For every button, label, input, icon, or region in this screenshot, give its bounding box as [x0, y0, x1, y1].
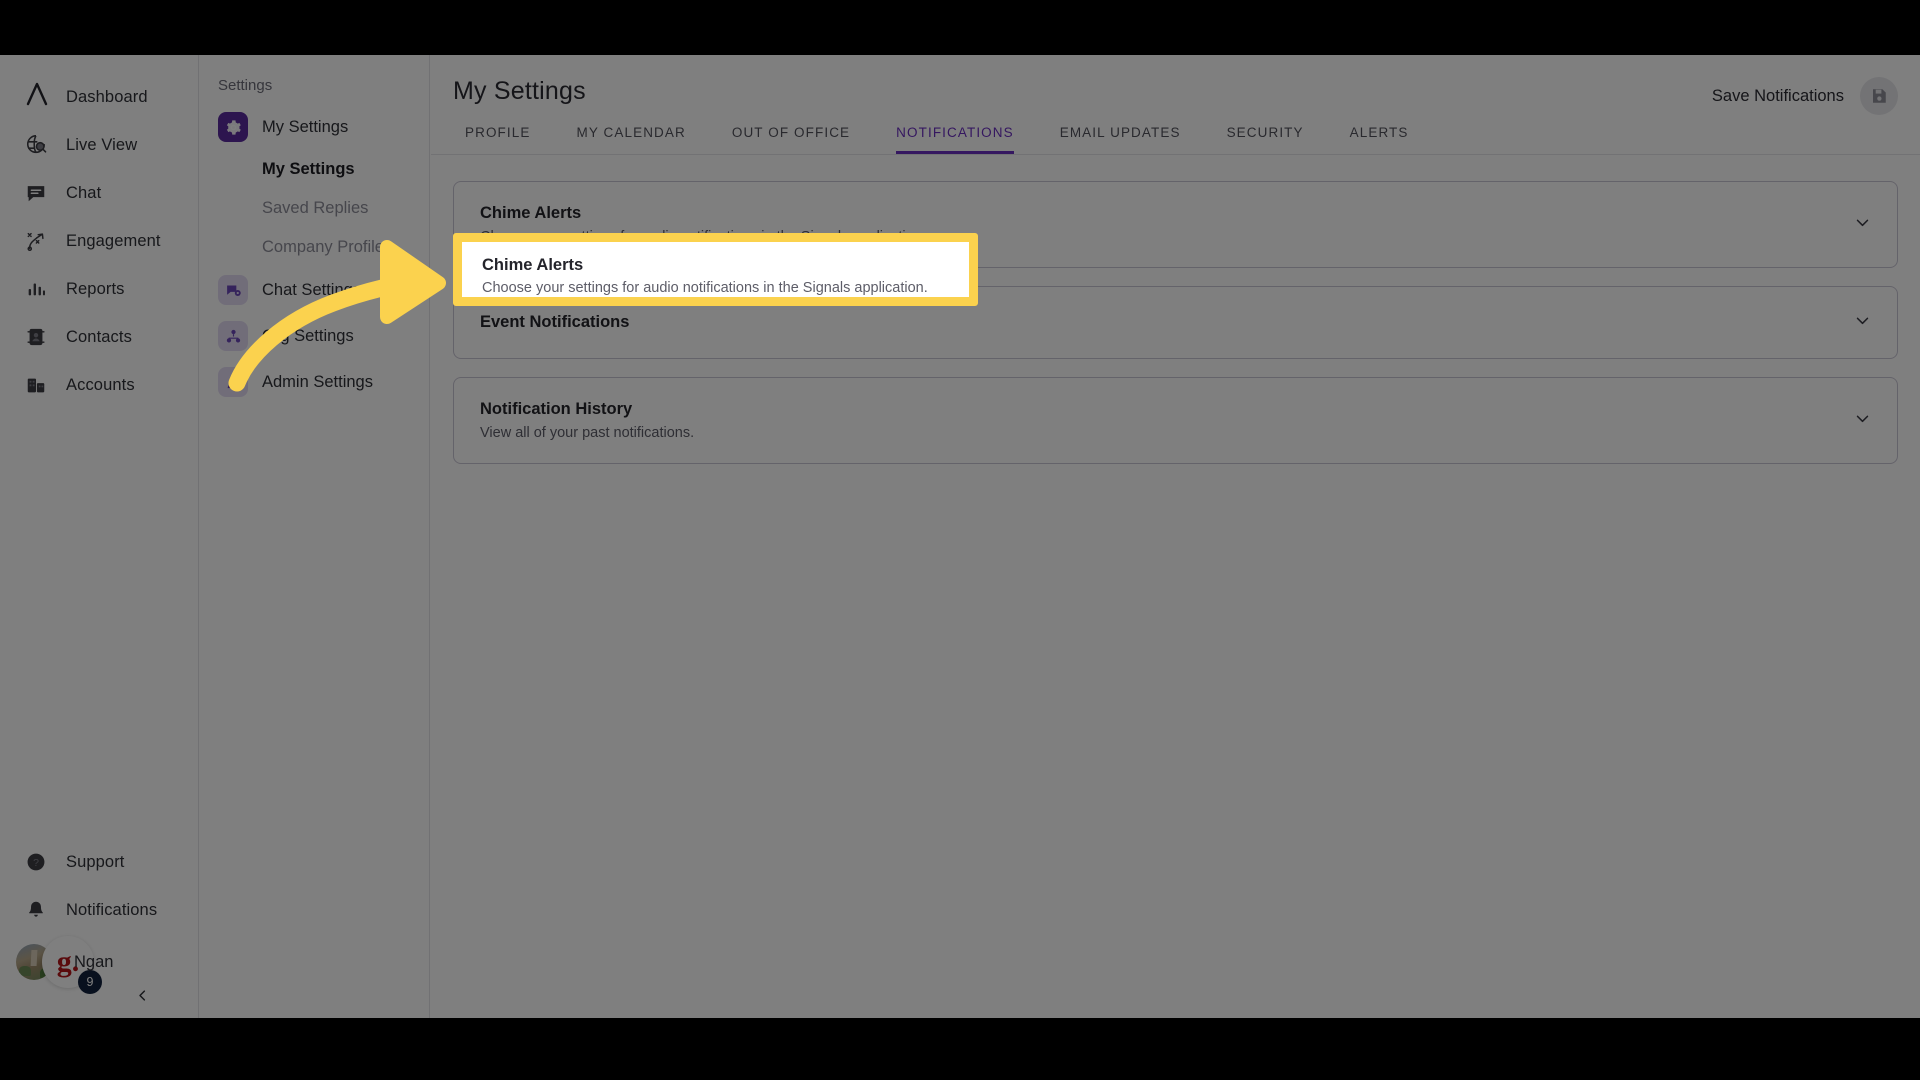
engagement-path-icon	[16, 221, 56, 261]
app-viewport: Dashboard Live View Chat Engagement Repo…	[0, 55, 1920, 1018]
main-header: My Settings Save Notifications PROFILE M…	[431, 55, 1920, 155]
bell-icon	[16, 890, 56, 930]
tab-email-updates[interactable]: EMAIL UPDATES	[1060, 125, 1181, 154]
sidebar-item-label: Accounts	[66, 375, 135, 394]
tab-profile[interactable]: PROFILE	[465, 125, 530, 154]
sidebar-item-label: Chat	[66, 183, 102, 202]
tab-notifications[interactable]: NOTIFICATIONS	[896, 125, 1014, 154]
card-notification-history[interactable]: Notification History View all of your pa…	[453, 377, 1898, 464]
sidebar-item-dashboard[interactable]: Dashboard	[0, 73, 199, 121]
sidebar-item-notifications[interactable]: Notifications	[0, 886, 199, 934]
svg-text:?: ?	[33, 857, 39, 869]
sidebar-nav: Dashboard Live View Chat Engagement Repo…	[0, 73, 199, 409]
chat-gear-icon	[218, 275, 248, 305]
letterbox-top	[0, 0, 1920, 55]
notification-cards: Chime Alerts Choose your settings for au…	[431, 155, 1920, 464]
settings-panel-title: Settings	[218, 77, 273, 94]
sidebar-item-contacts[interactable]: Contacts	[0, 313, 199, 361]
card-description: View all of your past notifications.	[480, 425, 695, 441]
question-circle-icon: ?	[16, 842, 56, 882]
org-chart-icon	[218, 321, 248, 351]
sidebar-item-support[interactable]: ? Support	[0, 838, 199, 886]
card-title: Chime Alerts	[480, 204, 582, 222]
sidebar-item-live-view[interactable]: Live View	[0, 121, 199, 169]
card-title: Notification History	[480, 400, 633, 418]
sidebar-item-label: Support	[66, 852, 125, 871]
settings-subitem-saved-replies[interactable]: Saved Replies	[200, 189, 429, 228]
settings-item-org-settings[interactable]: Org Settings	[200, 313, 429, 359]
floppy-disk-save-icon	[1860, 77, 1898, 115]
sidebar-item-label: Contacts	[66, 327, 132, 346]
page-title: My Settings	[453, 77, 586, 105]
settings-item-label: Admin Settings	[262, 372, 373, 391]
settings-tabs: PROFILE MY CALENDAR OUT OF OFFICE NOTIFI…	[431, 125, 1455, 154]
bar-chart-icon	[16, 269, 56, 309]
settings-item-label: Org Settings	[262, 326, 354, 345]
globe-search-icon	[16, 125, 56, 165]
tab-my-calendar[interactable]: MY CALENDAR	[576, 125, 685, 154]
card-description: Choose your settings for audio notificat…	[482, 280, 928, 296]
sidebar-item-chat[interactable]: Chat	[0, 169, 199, 217]
sidebar-item-label: Reports	[66, 279, 125, 298]
user-profile-row[interactable]: Ngan g. 9	[0, 934, 199, 994]
sidebar-item-accounts[interactable]: Accounts	[0, 361, 199, 409]
settings-sidebar: Settings My Settings My Settings Saved R…	[200, 55, 430, 1018]
tab-out-of-office[interactable]: OUT OF OFFICE	[732, 125, 850, 154]
settings-item-admin-settings[interactable]: Admin Settings	[200, 359, 429, 405]
sidebar-bottom-section: ? Support Notifications Ngan g. 9	[0, 838, 199, 1001]
chevron-down-icon[interactable]	[1854, 214, 1871, 236]
main-content: My Settings Save Notifications PROFILE M…	[431, 55, 1920, 1018]
sidebar-item-label: Dashboard	[66, 87, 148, 106]
settings-item-label: Chat Settings	[262, 280, 362, 299]
sidebar-item-label: Engagement	[66, 231, 161, 250]
sidebar-item-label: Notifications	[66, 900, 158, 919]
settings-item-chat-settings[interactable]: Chat Settings	[200, 267, 429, 313]
sidebar-item-engagement[interactable]: Engagement	[0, 217, 199, 265]
sidebar-item-reports[interactable]: Reports	[0, 265, 199, 313]
tab-alerts[interactable]: ALERTS	[1350, 125, 1409, 154]
building-icon	[16, 365, 56, 405]
settings-item-label: My Settings	[262, 117, 349, 136]
contact-card-icon	[16, 317, 56, 357]
save-button-label: Save Notifications	[1711, 86, 1844, 105]
settings-subitem-my-settings[interactable]: My Settings	[200, 150, 429, 189]
sidebar-item-label: Live View	[66, 135, 138, 154]
chevron-down-icon[interactable]	[1854, 410, 1871, 432]
letterbox-bottom	[0, 1018, 1920, 1080]
chevron-left-icon[interactable]	[129, 982, 155, 1008]
gear-icon	[218, 112, 248, 142]
user-name: Ngan	[74, 952, 114, 971]
primary-sidebar: Dashboard Live View Chat Engagement Repo…	[0, 55, 199, 1018]
tab-security[interactable]: SECURITY	[1227, 125, 1304, 154]
card-title: Event Notifications	[480, 313, 630, 331]
admin-user-icon	[218, 367, 248, 397]
save-notifications-button[interactable]: Save Notifications	[1712, 77, 1898, 115]
lambda-logo-icon	[16, 77, 56, 117]
chat-bubble-icon	[16, 173, 56, 213]
chevron-down-icon[interactable]	[1854, 312, 1871, 334]
settings-subitem-company-profile[interactable]: Company Profile	[200, 228, 429, 267]
settings-item-my-settings[interactable]: My Settings	[200, 104, 429, 150]
card-title: Chime Alerts	[482, 256, 584, 274]
notification-count-badge: 9	[78, 970, 102, 994]
highlighted-card-chime-alerts[interactable]: Chime Alerts Choose your settings for au…	[453, 233, 978, 306]
